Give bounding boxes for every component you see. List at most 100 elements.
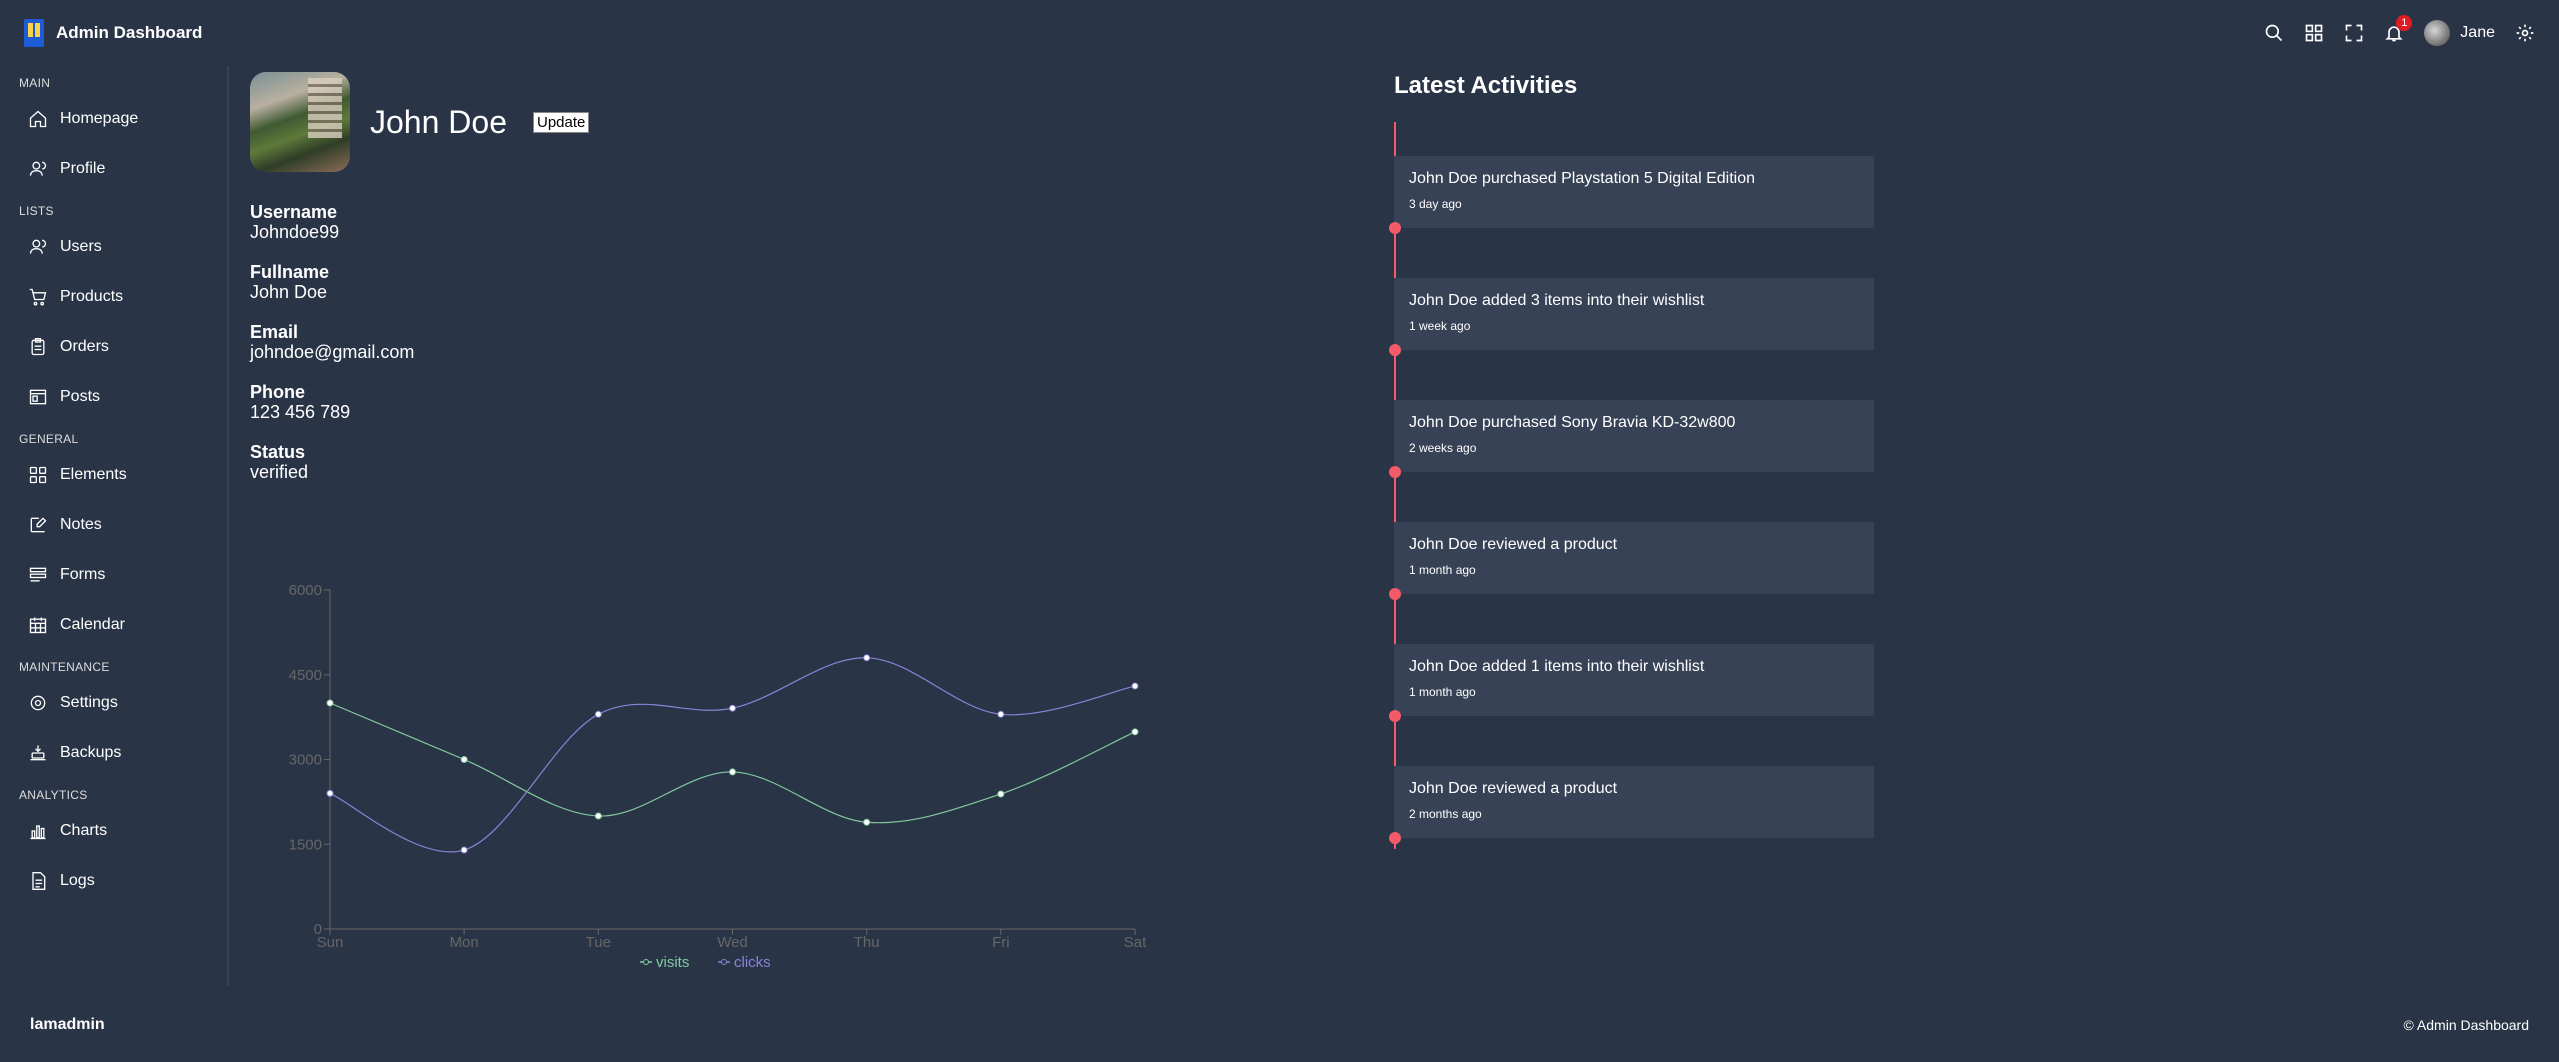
logo-icon	[24, 19, 44, 47]
calendar-icon	[29, 617, 47, 634]
navbar-actions: 1 Jane	[2264, 15, 2535, 46]
activity-item: John Doe purchased Sony Bravia KD-32w800…	[1389, 400, 1874, 478]
apps-icon[interactable]	[2304, 23, 2324, 43]
point-clicks	[997, 710, 1005, 718]
sidebar-item-forms[interactable]: Forms	[19, 550, 227, 600]
x-tick-label: Tue	[586, 934, 611, 951]
point-visits	[1131, 728, 1139, 736]
menu-group-main: MAIN Homepage Profile	[19, 72, 227, 194]
activity-item: John Doe added 3 items into their wishli…	[1389, 278, 1874, 356]
sidebar-item-backups[interactable]: Backups	[19, 728, 227, 778]
legend-dot-visits	[643, 959, 649, 965]
timeline-dot	[1389, 832, 1401, 844]
update-button[interactable]: Update	[532, 111, 590, 133]
sidebar-item-homepage[interactable]: Homepage	[19, 94, 227, 144]
sidebar-item-notes[interactable]: Notes	[19, 500, 227, 550]
menu-title: MAINTENANCE	[19, 660, 110, 674]
avatar	[2424, 20, 2451, 46]
y-tick-label: 1500	[289, 836, 322, 853]
profile-image	[250, 72, 350, 172]
menu-title: ANALYTICS	[19, 788, 88, 802]
edit-icon	[30, 517, 47, 533]
profile-name: John Doe	[370, 103, 507, 140]
point-clicks	[326, 789, 334, 797]
users-icon	[29, 239, 47, 254]
sidebar-item-orders[interactable]: Orders	[19, 322, 227, 372]
gear-icon	[30, 695, 46, 711]
point-visits	[729, 768, 736, 776]
menu-title: LISTS	[19, 204, 54, 218]
activity-item: John Doe reviewed a product 1 month ago	[1389, 522, 1874, 600]
home-icon	[29, 110, 47, 128]
logo[interactable]: Admin Dashboard	[24, 19, 202, 47]
sidebar-item-settings[interactable]: Settings	[19, 678, 227, 728]
activity-item: John Doe added 1 items into their wishli…	[1389, 644, 1874, 722]
grid-icon	[29, 466, 47, 484]
x-tick-label: Thu	[854, 934, 880, 951]
chart-svg: 01500300045006000Sun Mon Tue Wed Thu Fri Satvi…	[289, 582, 1147, 971]
activity-item: John Doe purchased Playstation 5 Digital…	[1389, 156, 1874, 234]
x-tick-label: Sat	[1124, 934, 1147, 951]
timeline-dot	[1389, 344, 1401, 356]
profile-icon	[29, 161, 47, 176]
x-tick-label: Wed	[717, 934, 748, 951]
fullscreen-icon[interactable]	[2344, 23, 2364, 43]
timeline-dot	[1389, 588, 1401, 600]
point-clicks	[460, 846, 468, 854]
footer: lamadmin © Admin Dashboard	[0, 1000, 2559, 1050]
cart-icon	[29, 288, 47, 306]
sidebar-item-charts[interactable]: Charts	[19, 806, 227, 856]
point-visits	[460, 756, 468, 763]
sidebar: MAIN Homepage Profile LISTS Users Produc…	[0, 66, 229, 986]
y-tick-label: 3000	[289, 752, 322, 769]
menu-group-lists: LISTS Users Products Orders Posts	[19, 200, 227, 422]
forms-icon	[29, 567, 47, 582]
y-tick-label: 4500	[289, 667, 322, 684]
activity-timeline: John Doe purchased Playstation 5 Digital…	[1389, 122, 1874, 862]
y-tick-label: 6000	[289, 582, 322, 599]
line-chart: 0 1500 3000 4500 6000 Sun Mon Tue Wed Thu Fri Sat vi…	[250, 572, 1200, 972]
gear-icon[interactable]	[2515, 23, 2535, 43]
sidebar-item-posts[interactable]: Posts	[19, 372, 227, 422]
posts-icon	[29, 389, 47, 405]
notification-badge: 1	[2396, 15, 2413, 31]
x-tick-label: Fri	[992, 934, 1010, 951]
search-icon[interactable]	[2264, 23, 2284, 43]
point-visits	[594, 812, 602, 820]
sidebar-item-products[interactable]: Products	[19, 272, 227, 322]
navbar: Admin Dashboard 1 Jane	[0, 0, 2559, 66]
footer-brand: lamadmin	[30, 1016, 105, 1033]
sidebar-item-calendar[interactable]: Calendar	[19, 600, 227, 650]
activity-item: John Doe reviewed a product 2 months ago	[1389, 766, 1874, 844]
menu-group-general: GENERAL Elements Notes Forms Calendar	[19, 428, 227, 650]
user-menu[interactable]: Jane	[2424, 20, 2495, 46]
point-clicks	[863, 654, 871, 662]
point-visits	[326, 699, 334, 707]
legend-label-clicks: clicks	[734, 954, 771, 971]
point-clicks	[594, 710, 602, 718]
menu-group-maintenance: MAINTENANCE Settings Backups	[19, 656, 227, 778]
timeline-dot	[1389, 466, 1401, 478]
menu-group-analytics: ANALYTICS Charts Logs	[19, 784, 227, 906]
x-tick-label: Mon	[450, 934, 479, 951]
menu-title: MAIN	[19, 76, 51, 90]
series-line-visits	[329, 702, 1136, 824]
point-visits	[863, 818, 871, 826]
backup-icon	[30, 745, 46, 761]
activities-title: Latest Activities	[1394, 72, 1578, 99]
clipboard-icon	[31, 338, 45, 356]
timeline-dot	[1389, 710, 1401, 722]
user-name: Jane	[2460, 24, 2495, 41]
sidebar-item-users[interactable]: Users	[19, 222, 227, 272]
legend-label-visits: visits	[656, 954, 689, 971]
sidebar-item-profile[interactable]: Profile	[19, 144, 227, 194]
footer-copyright: © Admin Dashboard	[2403, 1017, 2530, 1033]
sidebar-item-elements[interactable]: Elements	[19, 450, 227, 500]
notifications-button[interactable]: 1	[2384, 15, 2413, 43]
sidebar-item-logs[interactable]: Logs	[19, 856, 227, 906]
point-clicks	[1131, 682, 1139, 690]
timeline-dot	[1389, 222, 1401, 234]
series-line-clicks	[329, 657, 1136, 853]
latest-activities: Latest Activities John Doe purchased Pla…	[1389, 72, 1874, 862]
legend-dot-clicks	[721, 959, 727, 965]
